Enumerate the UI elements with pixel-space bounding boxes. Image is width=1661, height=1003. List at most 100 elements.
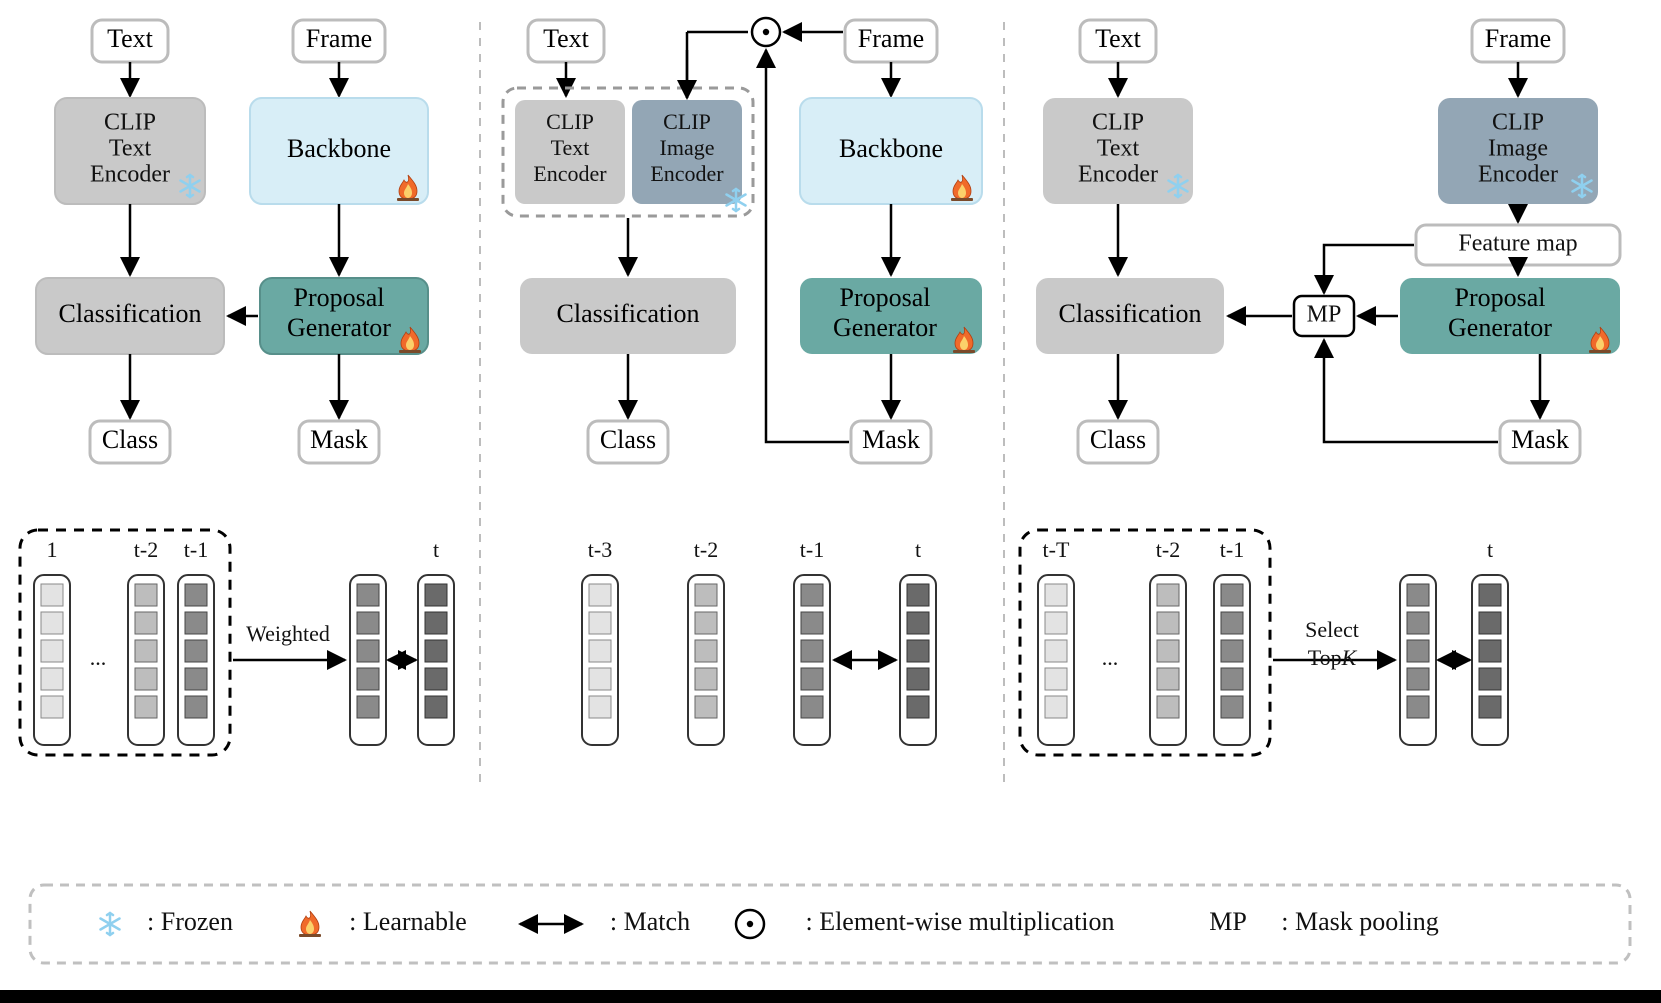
- mp-label: MP: [1307, 302, 1342, 328]
- t-idx: t: [915, 537, 921, 562]
- text-node: Text: [1080, 20, 1156, 62]
- diagram-svg: Text Frame CLIP Text Encoder Backbone Cl…: [0, 0, 1661, 1003]
- text-label: Text: [107, 24, 154, 53]
- t-dots: ...: [90, 645, 107, 670]
- classification-label: Classification: [59, 299, 202, 328]
- text-node: Text: [528, 20, 604, 62]
- frame-label: Frame: [1485, 24, 1551, 53]
- memory-c: t-T ... t-2 t-1 Select TopK t: [1020, 530, 1508, 755]
- frame-label: Frame: [858, 24, 924, 53]
- legend-mp-abbrev: MP: [1209, 907, 1247, 936]
- text-label: Text: [1095, 24, 1142, 53]
- feature-map: Feature map: [1416, 225, 1620, 265]
- classification: Classification: [520, 278, 736, 354]
- cliptext-l1: CLIP: [104, 110, 156, 136]
- frame-node: Frame: [1472, 20, 1564, 62]
- class-node: Class: [90, 421, 170, 463]
- classification: Classification: [1036, 278, 1224, 354]
- text-label: Text: [543, 24, 590, 53]
- frame-node: Frame: [293, 20, 385, 62]
- memory-a: 1 ... t-2 t-1 Weighted t: [20, 530, 454, 755]
- text-node: Text: [92, 20, 168, 62]
- legend: : Frozen : Learnable : Match : Element-w…: [30, 885, 1630, 963]
- cliptext-l2: Text: [109, 136, 152, 162]
- weighted-label: Weighted: [246, 621, 330, 646]
- proposal-generator: Proposal Generator: [1400, 278, 1620, 354]
- pg-l2: Generator: [1448, 313, 1552, 342]
- proposal-generator: Proposal Generator: [800, 278, 982, 354]
- class-node: Class: [588, 421, 668, 463]
- frame-node: Frame: [845, 20, 937, 62]
- proposal-l2: Generator: [287, 313, 391, 342]
- t-idx: t-2: [694, 537, 718, 562]
- ci-l1: CLIP: [663, 109, 711, 134]
- snowflake-icon: [101, 913, 120, 935]
- fire-icon: [299, 911, 321, 937]
- t-dots: ...: [1102, 645, 1119, 670]
- mask-node: Mask: [851, 421, 931, 463]
- mask-node: Mask: [1500, 421, 1580, 463]
- ci-l1: CLIP: [1492, 110, 1544, 136]
- proposal-generator: Proposal Generator: [260, 278, 428, 354]
- ci-l2: Image: [1488, 136, 1548, 162]
- legend-match: : Match: [610, 907, 690, 936]
- t-idx: t-2: [134, 537, 158, 562]
- clip-image-encoder: CLIP Image Encoder: [1438, 98, 1598, 204]
- backbone-label: Backbone: [287, 134, 391, 163]
- class-label: Class: [102, 425, 158, 454]
- bottom-bar: [0, 990, 1661, 1003]
- mask-label: Mask: [862, 425, 920, 454]
- clip-text-encoder: CLIP Text Encoder: [55, 98, 205, 204]
- backbone: Backbone: [800, 98, 982, 204]
- classification-label: Classification: [1059, 299, 1202, 328]
- ci-l3: Encoder: [1478, 162, 1558, 188]
- clip-text-encoder: CLIP Text Encoder: [1043, 98, 1193, 204]
- mask-label: Mask: [1511, 425, 1569, 454]
- proposal-l1: Proposal: [294, 283, 385, 312]
- backbone: Backbone: [250, 98, 428, 204]
- t-idx: t-1: [800, 537, 824, 562]
- backbone-label: Backbone: [839, 134, 943, 163]
- classification: Classification: [36, 278, 224, 354]
- column-b: Text Frame CLIP Text Encoder CLIP Image …: [503, 18, 982, 745]
- class-label: Class: [600, 425, 656, 454]
- ci-l2: Image: [660, 135, 715, 160]
- pg-l1: Proposal: [840, 283, 931, 312]
- ct-l1: CLIP: [1092, 110, 1144, 136]
- classification-label: Classification: [557, 299, 700, 328]
- mp-box: MP: [1294, 296, 1354, 336]
- ct-l3: Encoder: [1078, 162, 1158, 188]
- t-idx: t: [1487, 537, 1493, 562]
- legend-learnable: : Learnable: [349, 907, 467, 936]
- ct-l2: Text: [1097, 136, 1140, 162]
- pg-l2: Generator: [833, 313, 937, 342]
- legend-elemwise: : Element-wise multiplication: [805, 907, 1114, 936]
- class-label: Class: [1090, 425, 1146, 454]
- clip-image-encoder: CLIP Image Encoder: [632, 100, 742, 204]
- frame-label: Frame: [306, 24, 372, 53]
- memory-b: t-3 t-2 t-1 t: [582, 537, 936, 745]
- ct-l1: CLIP: [546, 109, 594, 134]
- pg-l1: Proposal: [1455, 283, 1546, 312]
- featuremap-label: Feature map: [1458, 231, 1577, 257]
- t-idx: t-1: [184, 537, 208, 562]
- ct-l2: Text: [551, 135, 590, 160]
- t-idx: t-2: [1156, 537, 1180, 562]
- class-node: Class: [1078, 421, 1158, 463]
- mask-node: Mask: [299, 421, 379, 463]
- column-a: Text Frame CLIP Text Encoder Backbone Cl…: [20, 20, 454, 755]
- column-c: Text Frame CLIP Text Encoder CLIP Image …: [1020, 20, 1620, 755]
- cliptext-l3: Encoder: [90, 162, 170, 188]
- elementwise-icon: [736, 910, 764, 938]
- ct-l3: Encoder: [533, 161, 607, 186]
- t-idx: 1: [47, 537, 58, 562]
- topk-label: TopK: [1308, 645, 1358, 670]
- select-label: Select: [1305, 617, 1359, 642]
- mask-label: Mask: [310, 425, 368, 454]
- legend-maskpool: : Mask pooling: [1281, 907, 1438, 936]
- elementwise-op: [752, 18, 780, 46]
- legend-frozen: : Frozen: [147, 907, 233, 936]
- t-idx: t: [433, 537, 439, 562]
- t-idx: t-T: [1043, 537, 1070, 562]
- ci-l3: Encoder: [650, 161, 724, 186]
